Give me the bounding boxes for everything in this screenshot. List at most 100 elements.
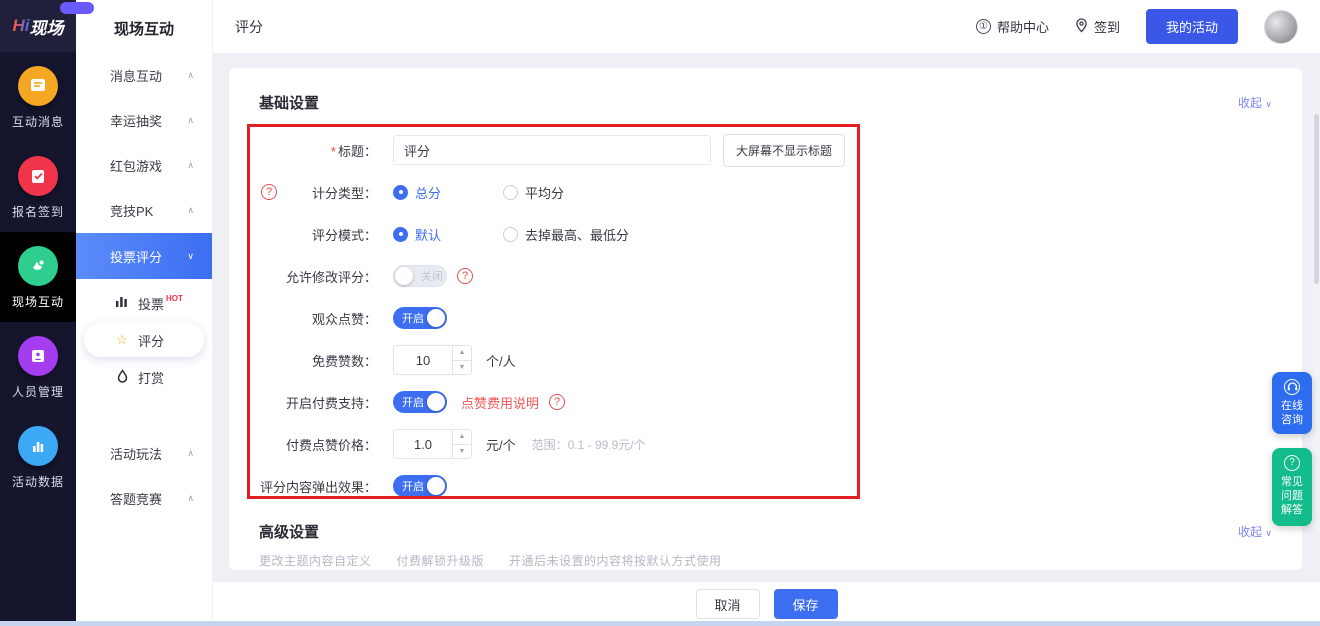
paid-price-input[interactable] — [394, 430, 452, 458]
rail-item-message[interactable]: 互动消息 — [0, 52, 76, 142]
topbar: 评分 ① 帮助中心 签到 我的活动 — [213, 0, 1320, 54]
sidebar-group-message[interactable]: 消息互动 ∧ — [76, 53, 212, 98]
group-label: 消息互动 — [110, 66, 162, 85]
radio-default-mode[interactable]: 默认 — [393, 225, 441, 244]
popup-effect-label: 评分内容弹出效果： — [259, 477, 377, 496]
content-area: 基础设置 收起 ∨ *标题： 大屏幕不显示标题 — [213, 54, 1320, 582]
checkin-link[interactable]: 签到 — [1075, 17, 1120, 36]
toggle-knob — [395, 267, 413, 285]
users-icon — [18, 336, 58, 376]
step-down-icon[interactable]: ▼ — [453, 445, 471, 459]
audience-like-row: 观众点赞： 开启 — [259, 303, 1272, 333]
stepper-arrows: ▲ ▼ — [452, 430, 471, 458]
online-consult-label: 在线咨询 — [1279, 399, 1305, 427]
group-label: 答题竞赛 — [110, 489, 162, 508]
chevron-down-icon: ∨ — [187, 251, 194, 262]
sub-item-vote[interactable]: 投票 HOT — [76, 285, 212, 321]
step-down-icon[interactable]: ▼ — [453, 361, 471, 375]
data-icon — [18, 426, 58, 466]
logo-rest-text: 现场 — [30, 14, 64, 39]
sidebar-group-pk[interactable]: 竞技PK ∧ — [76, 188, 212, 233]
advanced-collapse-link[interactable]: 收起 ∨ — [1238, 523, 1272, 540]
toggle-state-label: 开启 — [402, 394, 424, 410]
sub-item-label: 打赏 — [138, 368, 164, 387]
help-center-link[interactable]: ① 帮助中心 — [976, 17, 1049, 36]
audience-like-toggle[interactable]: 开启 — [393, 307, 447, 329]
sidebar-group-quiz[interactable]: 答题竞赛 ∧ — [76, 476, 212, 521]
radio-average-score[interactable]: 平均分 — [503, 183, 564, 202]
radio-total-score[interactable]: 总分 — [393, 183, 441, 202]
paid-support-row: 开启付费支持： 开启 点赞费用说明 ? — [259, 387, 1272, 417]
toggle-knob — [427, 393, 445, 411]
logo-badge — [60, 2, 94, 14]
sidebar-group-redpacket[interactable]: 红包游戏 ∧ — [76, 143, 212, 188]
radio-icon — [503, 227, 518, 242]
icon-rail: Hi现场 互动消息 报名签到 现场互动 人员管理 — [0, 0, 76, 626]
paid-price-unit: 元/个 — [486, 435, 516, 454]
step-up-icon[interactable]: ▲ — [453, 430, 471, 445]
advanced-section: 高级设置 收起 ∨ 更改主题内容自定义 付费解锁升级版 开通后未设置的内容将按默… — [259, 521, 1272, 569]
save-button[interactable]: 保存 — [774, 589, 838, 619]
faq-button[interactable]: ? 常见问题解答 — [1272, 448, 1312, 526]
free-likes-input[interactable] — [394, 346, 452, 374]
basic-collapse-link[interactable]: 收起 ∨ — [1238, 94, 1272, 111]
chevron-down-icon: ∨ — [1265, 99, 1272, 109]
free-likes-row: 免费赞数： ▲ ▼ 个/人 — [259, 345, 1272, 375]
paid-support-label: 开启付费支持： — [259, 393, 377, 412]
message-icon — [18, 66, 58, 106]
question-icon[interactable]: ? — [457, 268, 473, 284]
question-circle-icon: ? — [1284, 455, 1300, 471]
scrollbar-track — [1313, 110, 1320, 532]
allow-edit-row: 允许修改评分： 关闭 ? — [259, 261, 1272, 291]
stepper-arrows: ▲ ▼ — [452, 346, 471, 374]
online-consult-button[interactable]: 在线咨询 — [1272, 372, 1312, 434]
required-asterisk: * — [331, 144, 336, 159]
info-icon: ① — [976, 19, 991, 34]
cancel-button[interactable]: 取消 — [696, 589, 760, 619]
rail-item-label: 报名签到 — [12, 203, 64, 220]
hide-title-on-screen-button[interactable]: 大屏幕不显示标题 — [723, 134, 845, 167]
paid-price-range-hint: 范围：0.1 - 99.9元/个 — [532, 436, 646, 453]
vote-chart-icon — [114, 295, 130, 311]
headset-icon — [1284, 379, 1300, 395]
avatar[interactable] — [1264, 10, 1298, 44]
basic-section-head: 基础设置 收起 ∨ — [259, 92, 1272, 113]
brand-logo[interactable]: Hi现场 — [0, 0, 76, 52]
sub-item-score[interactable]: ☆ 评分 — [84, 323, 204, 357]
sidebar-group-vote-score[interactable]: 投票评分 ∨ — [76, 233, 212, 279]
toggle-knob — [427, 309, 445, 327]
free-likes-unit: 个/人 — [486, 351, 516, 370]
paid-price-label: 付费点赞价格： — [259, 435, 377, 454]
rail-item-users[interactable]: 人员管理 — [0, 322, 76, 412]
paid-support-toggle[interactable]: 开启 — [393, 391, 447, 413]
rail-item-signin[interactable]: 报名签到 — [0, 142, 76, 232]
rail-item-data[interactable]: 活动数据 — [0, 412, 76, 502]
popup-effect-toggle[interactable]: 开启 — [393, 475, 447, 497]
rail-item-interact[interactable]: 现场互动 — [0, 232, 76, 322]
step-up-icon[interactable]: ▲ — [453, 346, 471, 361]
title-row: *标题： 大屏幕不显示标题 — [259, 135, 1272, 165]
radio-label: 平均分 — [525, 183, 564, 202]
toggle-state-label: 关闭 — [421, 268, 443, 284]
sub-item-label: 投票 — [138, 294, 164, 313]
advanced-settings-title: 高级设置 — [259, 521, 319, 542]
sidebar-group-activity-play[interactable]: 活动玩法 ∧ — [76, 431, 212, 476]
sidebar-title: 现场互动 — [76, 0, 212, 53]
question-icon[interactable]: ? — [549, 394, 565, 410]
allow-edit-toggle[interactable]: 关闭 — [393, 265, 447, 287]
title-input[interactable] — [393, 135, 711, 165]
score-mode-label: 评分模式： — [259, 225, 377, 244]
sub-item-reward[interactable]: 打赏 — [76, 359, 212, 395]
my-activities-button[interactable]: 我的活动 — [1146, 9, 1238, 44]
sidebar-group-lottery[interactable]: 幸运抽奖 ∧ — [76, 98, 212, 143]
radio-trim-mode[interactable]: 去掉最高、最低分 — [503, 225, 629, 244]
rail-item-label: 活动数据 — [12, 473, 64, 490]
rail-item-label: 人员管理 — [12, 383, 64, 400]
fee-description-link[interactable]: 点赞费用说明 — [461, 393, 539, 412]
title-label: *标题： — [259, 141, 377, 160]
sub-item-label: 评分 — [138, 331, 164, 350]
settings-card: 基础设置 收起 ∨ *标题： 大屏幕不显示标题 — [229, 68, 1302, 570]
toggle-state-label: 开启 — [402, 310, 424, 326]
question-icon[interactable]: ? — [261, 184, 277, 200]
scrollbar-thumb[interactable] — [1314, 114, 1319, 284]
